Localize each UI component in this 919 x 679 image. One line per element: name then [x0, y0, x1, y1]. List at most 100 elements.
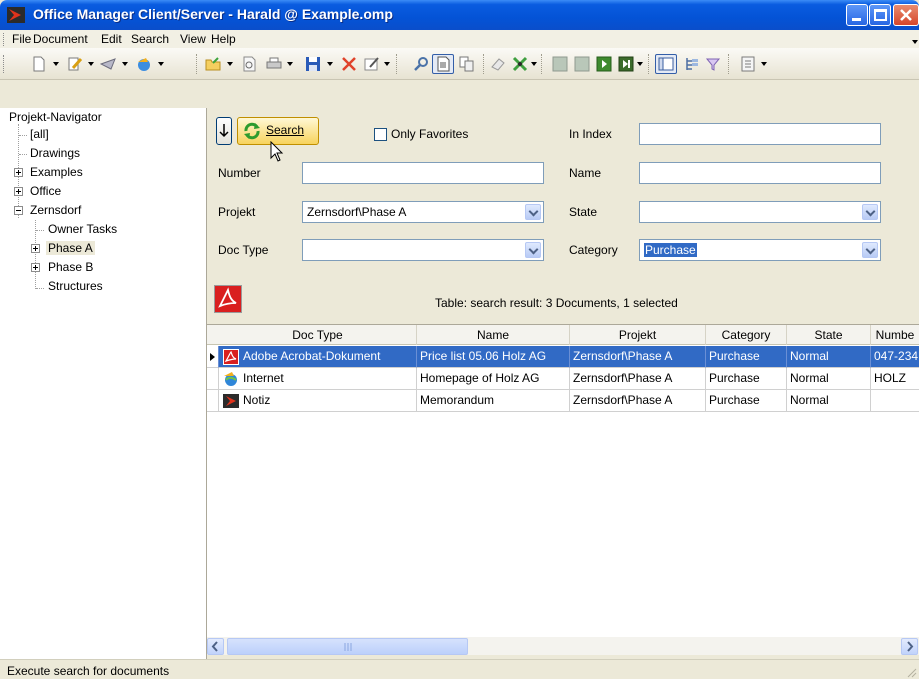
toolbar-separator: [648, 54, 650, 74]
column-header-name[interactable]: Name: [417, 325, 570, 345]
tree-item-all[interactable]: [all]: [30, 127, 49, 141]
column-header-state[interactable]: State: [787, 325, 871, 345]
menu-edit[interactable]: Edit: [101, 32, 122, 46]
network-icon[interactable]: [512, 56, 528, 72]
menu-file[interactable]: File: [12, 32, 31, 46]
column-header-number[interactable]: Numbe: [871, 325, 919, 345]
tree-item-zernsdorf[interactable]: Zernsdorf: [30, 203, 81, 217]
tree-view-icon[interactable]: [684, 56, 700, 72]
properties-icon[interactable]: [740, 56, 756, 72]
only-favorites-checkbox[interactable]: [374, 128, 387, 141]
cell-name: Memorandum: [417, 390, 570, 412]
scroll-left-button[interactable]: [207, 638, 224, 655]
web-icon[interactable]: [136, 56, 152, 72]
tree-item-office[interactable]: Office: [30, 184, 61, 198]
table-row[interactable]: Adobe Acrobat-Dokument Price list 05.06 …: [207, 346, 919, 368]
save-dropdown-icon[interactable]: [327, 62, 333, 66]
resize-grip-icon[interactable]: [905, 666, 917, 678]
name-input[interactable]: [639, 162, 881, 184]
expand-office-icon[interactable]: [14, 187, 23, 196]
menu-view[interactable]: View: [180, 32, 206, 46]
toolbar-grip[interactable]: [3, 55, 6, 73]
print-dropdown-icon[interactable]: [287, 62, 293, 66]
chevron-down-icon[interactable]: [862, 242, 878, 258]
filter-icon[interactable]: [705, 56, 721, 72]
cell-doctype-text: Internet: [243, 371, 284, 385]
category-select-value: Purchase: [644, 243, 697, 257]
scroll-thumb[interactable]: [227, 638, 468, 655]
cell-state: Normal: [787, 368, 871, 390]
menu-search[interactable]: Search: [131, 32, 169, 46]
number-input[interactable]: [302, 162, 544, 184]
cell-name: Homepage of Holz AG: [417, 368, 570, 390]
chevron-down-icon[interactable]: [525, 204, 541, 220]
properties-dropdown-icon[interactable]: [761, 62, 767, 66]
first-record-icon[interactable]: [552, 56, 568, 72]
save-icon[interactable]: [305, 56, 321, 72]
menu-help[interactable]: Help: [211, 32, 236, 46]
chevron-down-icon[interactable]: [862, 204, 878, 220]
internet-icon: [224, 372, 237, 386]
edit-dropdown-icon[interactable]: [88, 62, 94, 66]
tree-item-phase-a[interactable]: Phase A: [46, 241, 95, 255]
expand-phase-b-icon[interactable]: [31, 263, 40, 272]
rename-icon[interactable]: [364, 56, 380, 72]
print-icon[interactable]: [266, 56, 282, 72]
horizontal-scrollbar[interactable]: [207, 637, 919, 655]
open-folder-icon[interactable]: [205, 56, 221, 72]
tree-item-owner-tasks[interactable]: Owner Tasks: [48, 222, 117, 236]
find-icon[interactable]: [413, 56, 429, 72]
title-bar[interactable]: Office Manager Client/Server - Harald @ …: [0, 0, 919, 30]
search-button-label: Search: [266, 123, 305, 137]
show-navigator-button[interactable]: [655, 54, 677, 74]
send-icon[interactable]: [100, 56, 116, 72]
category-select[interactable]: Purchase: [639, 239, 881, 261]
open-dropdown-icon[interactable]: [227, 62, 233, 66]
delete-icon[interactable]: [341, 56, 357, 72]
send-dropdown-icon[interactable]: [122, 62, 128, 66]
copy-document-icon[interactable]: [459, 56, 475, 72]
edit-document-icon[interactable]: [67, 56, 83, 72]
refresh-icon: [244, 122, 260, 140]
navigation-dropdown-icon[interactable]: [637, 62, 643, 66]
state-select[interactable]: [639, 201, 881, 223]
projekt-select[interactable]: Zernsdorf\Phase A: [302, 201, 544, 223]
menu-document[interactable]: Document: [33, 32, 88, 46]
tree-item-structures[interactable]: Structures: [48, 279, 103, 293]
last-record-icon[interactable]: [618, 56, 634, 72]
column-header-category[interactable]: Category: [706, 325, 787, 345]
column-header-doctype[interactable]: Doc Type: [219, 325, 417, 345]
maximize-button[interactable]: [869, 4, 891, 26]
chevron-down-icon[interactable]: [525, 242, 541, 258]
toggle-search-options-button[interactable]: [216, 117, 232, 145]
table-row[interactable]: Internet Homepage of Holz AG Zernsdorf\P…: [207, 368, 919, 390]
menu-grip[interactable]: [3, 33, 6, 46]
doctype-select[interactable]: [302, 239, 544, 261]
new-dropdown-icon[interactable]: [53, 62, 59, 66]
view-document-button[interactable]: [432, 54, 454, 74]
expand-phase-a-icon[interactable]: [31, 244, 40, 253]
in-index-input[interactable]: [639, 123, 881, 145]
name-label: Name: [569, 166, 602, 180]
new-document-icon[interactable]: [31, 56, 47, 72]
table-row[interactable]: Notiz Memorandum Zernsdorf\Phase A Purch…: [207, 390, 919, 412]
preview-icon[interactable]: [241, 56, 257, 72]
rename-dropdown-icon[interactable]: [384, 62, 390, 66]
tree-item-drawings[interactable]: Drawings: [30, 146, 80, 160]
expand-examples-icon[interactable]: [14, 168, 23, 177]
minimize-button[interactable]: [846, 4, 868, 26]
eraser-icon[interactable]: [490, 56, 506, 72]
scroll-right-button[interactable]: [901, 638, 918, 655]
collapse-zernsdorf-icon[interactable]: [14, 206, 23, 215]
row-indicator-icon: [207, 346, 219, 368]
tree-item-phase-b[interactable]: Phase B: [48, 260, 93, 274]
web-dropdown-icon[interactable]: [158, 62, 164, 66]
network-dropdown-icon[interactable]: [531, 62, 537, 66]
close-button[interactable]: [893, 4, 919, 26]
menu-overflow-icon[interactable]: [912, 40, 918, 44]
tree-item-examples[interactable]: Examples: [30, 165, 83, 179]
panel-icon: [658, 57, 674, 71]
column-header-projekt[interactable]: Projekt: [570, 325, 706, 345]
previous-record-icon[interactable]: [574, 56, 590, 72]
next-record-icon[interactable]: [596, 56, 612, 72]
